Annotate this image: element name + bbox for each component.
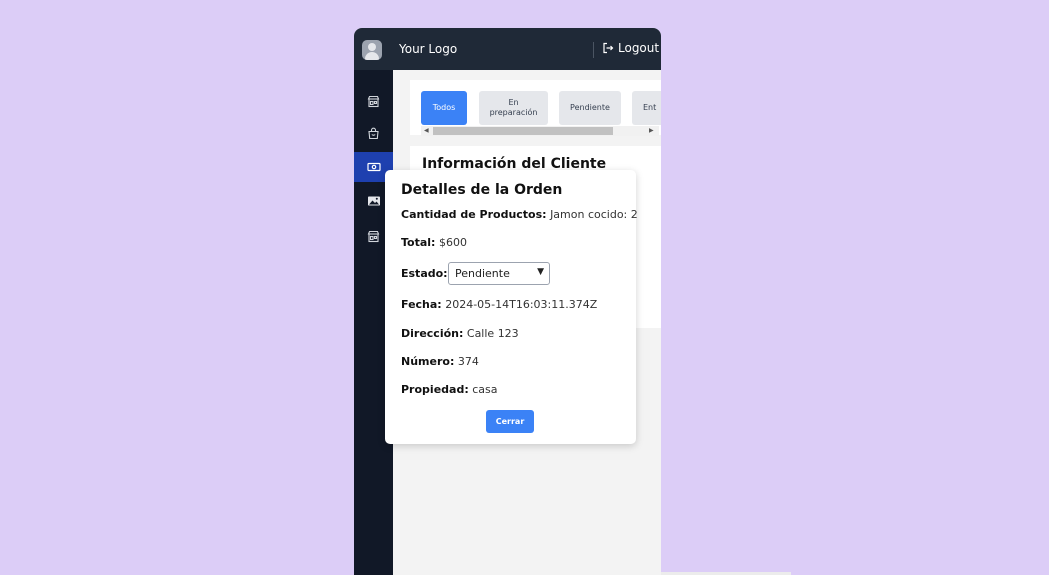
field-label: Fecha: [401,298,442,311]
logo-text: Your Logo [399,42,458,56]
field-label: Número: [401,355,455,368]
top-navbar: Your Logo Logout [354,28,661,70]
chevron-down-icon: ▼ [537,267,544,277]
shopping-bag-icon [368,127,379,139]
scroll-right-icon[interactable]: ▶ [649,126,654,136]
field-label: Cantidad de Productos: [401,208,547,221]
store-icon [367,95,380,107]
field-product-qty: Cantidad de Productos: Jamon cocido: 2 [401,208,638,221]
store-icon [367,230,380,242]
horizontal-scrollbar[interactable]: ◀ ▶ [421,126,659,136]
field-number: Número: 374 [401,355,479,368]
field-property: Propiedad: casa [401,383,497,396]
modal-title: Detalles de la Orden [401,182,563,198]
field-label: Total: [401,236,436,249]
field-value: 374 [457,355,479,368]
field-address: Dirección: Calle 123 [401,327,519,340]
field-value: casa [472,383,498,396]
logout-label: Logout [618,41,660,55]
image-icon [367,196,380,206]
status-select-value: Pendiente [455,267,510,280]
logout-button[interactable]: Logout [602,41,659,55]
field-status-label: Estado: [401,267,448,280]
tab-entregado[interactable]: Ent [632,91,661,125]
status-filter-card: Todos En preparación Pendiente Ent ◀ ▶ [410,80,661,136]
sidebar-item-bag[interactable] [354,118,393,148]
tab-en-preparacion[interactable]: En preparación [479,91,548,125]
tab-pendiente[interactable]: Pendiente [559,91,621,125]
field-value: 2024-05-14T16:03:11.374Z [445,298,598,311]
scrollbar-thumb[interactable] [433,127,613,135]
field-value: $600 [438,236,467,249]
scroll-left-icon[interactable]: ◀ [424,126,429,136]
avatar[interactable] [362,40,382,60]
field-value: Calle 123 [466,327,519,340]
field-date: Fecha: 2024-05-14T16:03:11.374Z [401,298,597,311]
field-label: Dirección: [401,327,464,340]
field-label: Propiedad: [401,383,469,396]
field-label: Estado: [401,267,448,280]
money-icon [366,162,381,172]
order-details-modal: Detalles de la Orden Cantidad de Product… [385,170,638,444]
status-select[interactable]: Pendiente ▼ [448,262,550,285]
field-total: Total: $600 [401,236,467,249]
close-button[interactable]: Cerrar [486,410,534,433]
logout-icon [603,42,614,54]
divider [593,42,594,58]
tab-todos[interactable]: Todos [421,91,467,125]
field-value: Jamon cocido: 2 [550,208,638,221]
sidebar-item-store[interactable] [354,86,393,116]
